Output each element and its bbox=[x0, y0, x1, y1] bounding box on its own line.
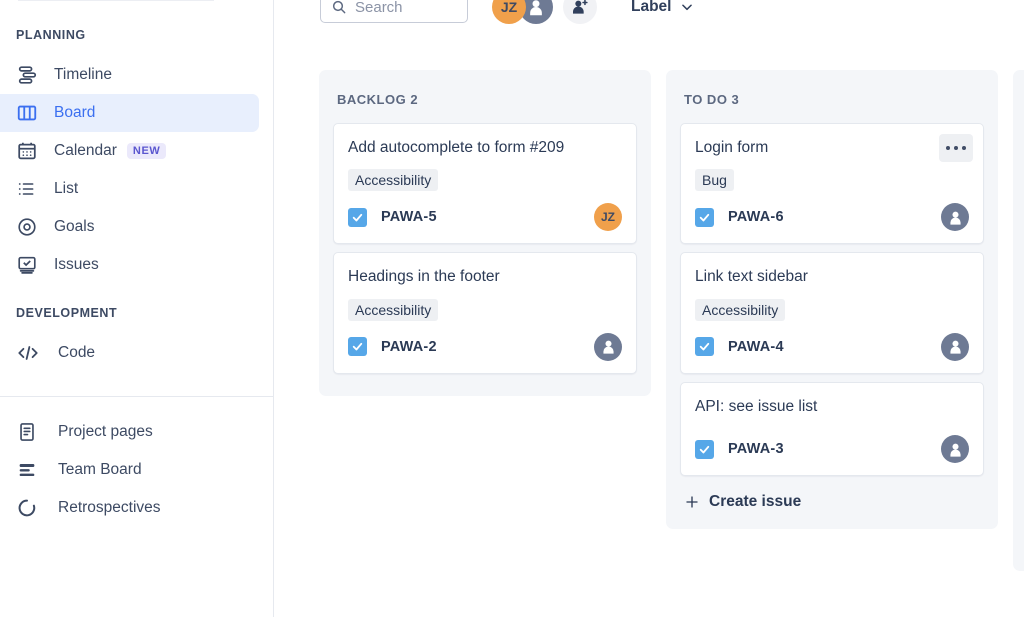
card-tag[interactable]: Accessibility bbox=[348, 169, 439, 192]
sidebar-section-development-label: DEVELOPMENT bbox=[16, 306, 118, 320]
label-filter-value: Label bbox=[631, 0, 672, 15]
sidebar-item-list-label: List bbox=[54, 180, 79, 197]
card-footer: PAWA-3 bbox=[695, 435, 969, 464]
board-columns: BACKLOG 2 Add autocomplete to form #209 … bbox=[319, 70, 1024, 617]
sidebar-item-timeline[interactable]: Timeline bbox=[0, 56, 259, 94]
sidebar-section-planning-label: PLANNING bbox=[16, 28, 86, 42]
sidebar-item-timeline-label: Timeline bbox=[54, 66, 112, 83]
chevron-down-icon bbox=[680, 0, 694, 14]
code-icon bbox=[16, 341, 42, 365]
sidebar-item-project-pages-label: Project pages bbox=[58, 423, 153, 440]
sidebar-item-goals[interactable]: Goals bbox=[0, 208, 259, 246]
avatar-group: JZ bbox=[492, 0, 597, 24]
issues-icon bbox=[16, 253, 42, 277]
board-icon bbox=[16, 101, 42, 125]
card-title: Login form bbox=[695, 139, 769, 156]
checkbox-checked-icon[interactable] bbox=[695, 207, 714, 227]
main-content: Search JZ Label BACKLOG 2 Add autocomple… bbox=[274, 0, 1024, 617]
timeline-icon bbox=[16, 63, 42, 87]
card-pawa-2[interactable]: Headings in the footer Accessibility PAW… bbox=[333, 252, 637, 374]
add-people-button[interactable] bbox=[563, 0, 597, 24]
app-root: PLANNING Timeline Board Calendar NEW Lis… bbox=[0, 0, 1024, 617]
card-issue-key: PAWA-3 bbox=[728, 441, 784, 458]
sidebar-item-calendar-label: Calendar bbox=[54, 142, 117, 159]
card-pawa-4[interactable]: Link text sidebar Accessibility PAWA-4 bbox=[680, 252, 984, 374]
card-avatar[interactable] bbox=[941, 203, 969, 232]
create-issue-button[interactable]: Create issue bbox=[680, 484, 984, 515]
retrospectives-icon bbox=[16, 496, 42, 520]
sidebar-item-goals-label: Goals bbox=[54, 218, 95, 235]
calendar-icon bbox=[16, 139, 42, 163]
card-footer: PAWA-6 bbox=[695, 203, 969, 232]
column-header-backlog: BACKLOG 2 bbox=[337, 92, 419, 107]
calendar-new-badge: NEW bbox=[126, 143, 167, 159]
goals-icon bbox=[16, 215, 42, 239]
card-pawa-5[interactable]: Add autocomplete to form #209 Accessibil… bbox=[333, 123, 637, 245]
team-board-icon bbox=[16, 458, 42, 482]
list-icon bbox=[16, 177, 42, 201]
create-issue-label: Create issue bbox=[709, 493, 802, 511]
card-footer: PAWA-5 JZ bbox=[348, 203, 622, 232]
card-more-options-button[interactable] bbox=[939, 134, 973, 162]
card-pawa-6[interactable]: Login form Bug PAWA-6 bbox=[680, 123, 984, 245]
column-header-todo: TO DO 3 bbox=[684, 92, 740, 107]
card-issue-key: PAWA-5 bbox=[381, 209, 437, 226]
sidebar-item-board-label: Board bbox=[54, 104, 96, 121]
board-column-backlog: BACKLOG 2 Add autocomplete to form #209 … bbox=[319, 70, 651, 396]
card-tag[interactable]: Bug bbox=[695, 169, 734, 192]
sidebar-item-team-board[interactable]: Team Board bbox=[0, 451, 259, 489]
card-footer: PAWA-4 bbox=[695, 332, 969, 361]
more-dot bbox=[946, 146, 950, 150]
search-placeholder: Search bbox=[355, 0, 403, 16]
card-avatar[interactable] bbox=[941, 332, 969, 361]
sidebar-item-team-board-label: Team Board bbox=[58, 461, 142, 478]
card-avatar[interactable] bbox=[594, 332, 622, 361]
page-icon bbox=[16, 420, 42, 444]
more-dot bbox=[954, 146, 958, 150]
sidebar-item-project-pages[interactable]: Project pages bbox=[0, 413, 259, 451]
card-title: Add autocomplete to form #209 bbox=[348, 139, 565, 156]
sidebar-item-list[interactable]: List bbox=[0, 170, 259, 208]
sidebar-item-code[interactable]: Code bbox=[0, 334, 259, 372]
sidebar-item-code-label: Code bbox=[58, 344, 96, 361]
card-tag[interactable]: Accessibility bbox=[695, 298, 786, 321]
avatar-jz[interactable]: JZ bbox=[492, 0, 526, 24]
card-title: Headings in the footer bbox=[348, 268, 500, 286]
plus-icon bbox=[684, 494, 700, 510]
card-tag[interactable]: Accessibility bbox=[348, 298, 439, 321]
card-title: Link text sidebar bbox=[695, 268, 808, 286]
board-toolbar: Search JZ Label bbox=[274, 0, 1024, 30]
board-column-todo: TO DO 3 Login form Bug PAWA-6 Link text … bbox=[666, 70, 998, 530]
card-avatar[interactable] bbox=[941, 435, 969, 464]
checkbox-checked-icon[interactable] bbox=[348, 337, 367, 357]
sidebar-item-board[interactable]: Board bbox=[0, 94, 259, 132]
label-filter-dropdown[interactable]: Label bbox=[631, 0, 694, 16]
sidebar-item-calendar[interactable]: Calendar NEW bbox=[0, 132, 259, 170]
card-avatar[interactable]: JZ bbox=[594, 203, 622, 232]
checkbox-checked-icon[interactable] bbox=[695, 337, 714, 357]
board-column-next bbox=[1013, 70, 1024, 571]
sidebar-top-divider bbox=[18, 0, 214, 1]
card-issue-key: PAWA-4 bbox=[728, 338, 784, 355]
card-title: API: see issue list bbox=[695, 397, 818, 415]
card-footer: PAWA-2 bbox=[348, 332, 622, 361]
more-dot bbox=[962, 146, 966, 150]
checkbox-checked-icon[interactable] bbox=[348, 207, 367, 227]
card-pawa-3[interactable]: API: see issue list PAWA-3 bbox=[680, 381, 984, 477]
card-issue-key: PAWA-6 bbox=[728, 209, 784, 226]
sidebar-item-issues-label: Issues bbox=[54, 256, 99, 273]
search-input[interactable]: Search bbox=[320, 0, 468, 23]
checkbox-checked-icon[interactable] bbox=[695, 439, 714, 459]
sidebar-item-retrospectives[interactable]: Retrospectives bbox=[0, 489, 259, 527]
sidebar-item-retrospectives-label: Retrospectives bbox=[58, 499, 161, 516]
search-icon bbox=[331, 0, 347, 15]
card-issue-key: PAWA-2 bbox=[381, 338, 437, 355]
sidebar-item-issues[interactable]: Issues bbox=[0, 246, 259, 284]
sidebar: PLANNING Timeline Board Calendar NEW Lis… bbox=[0, 0, 274, 617]
